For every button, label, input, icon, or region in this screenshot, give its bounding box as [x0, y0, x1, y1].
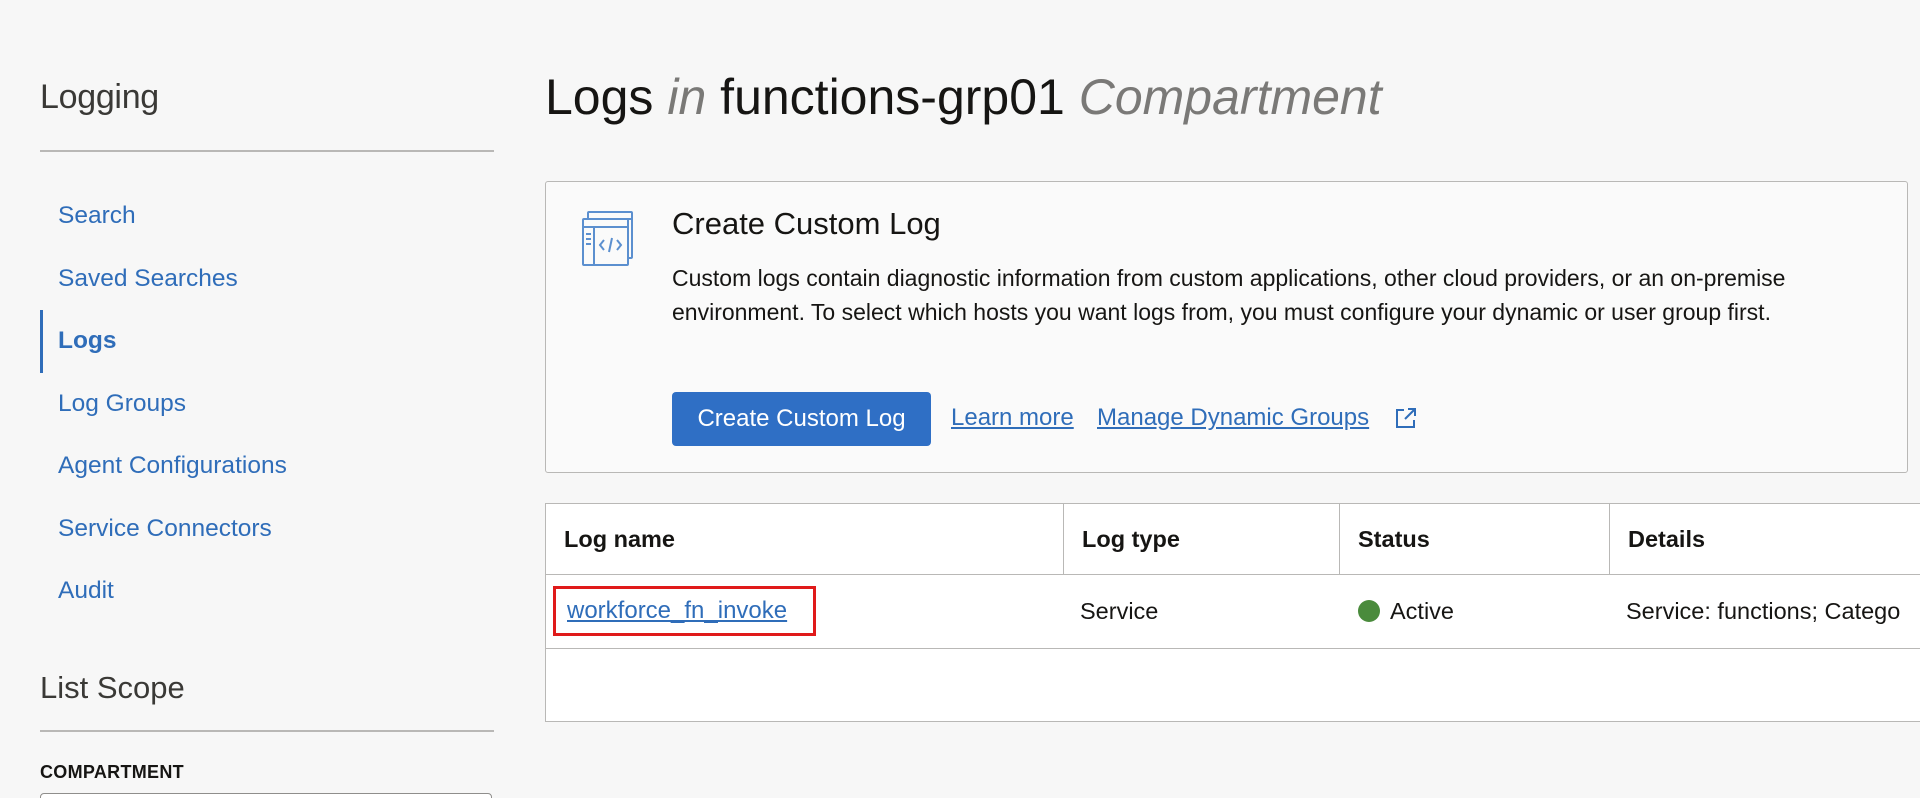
sidebar-item-search[interactable]: Search — [40, 185, 494, 248]
sidebar-title: Logging — [40, 78, 159, 116]
sidebar-item-saved-searches[interactable]: Saved Searches — [40, 248, 494, 311]
scope-divider — [40, 730, 494, 732]
create-custom-log-button[interactable]: Create Custom Log — [672, 392, 931, 446]
list-scope-title: List Scope — [40, 670, 185, 705]
external-link-icon[interactable] — [1394, 406, 1418, 430]
logs-table: Log name Log type Status Details workfor… — [545, 503, 1920, 722]
page-title-compartment-name: functions-grp01 — [720, 69, 1065, 125]
log-type-cell: Service — [1080, 598, 1159, 624]
page-title: Logs in functions-grp01 Compartment — [545, 68, 1382, 126]
column-header-log-name[interactable]: Log name — [546, 504, 1064, 574]
page-title-in: in — [667, 69, 707, 125]
create-custom-log-description: Custom logs contain diagnostic informati… — [672, 265, 1786, 325]
compartment-select[interactable] — [40, 793, 492, 798]
code-window-icon — [582, 211, 633, 266]
status-cell: Active — [1358, 575, 1454, 647]
sidebar-item-service-connectors[interactable]: Service Connectors — [40, 498, 494, 561]
sidebar-item-log-groups[interactable]: Log Groups — [40, 373, 494, 436]
sidebar-item-logs[interactable]: Logs — [40, 310, 494, 373]
column-header-details[interactable]: Details — [1610, 504, 1920, 574]
compartment-label: COMPARTMENT — [40, 762, 184, 782]
create-custom-log-heading: Create Custom Log — [672, 206, 941, 241]
table-header: Log name Log type Status Details — [546, 504, 1920, 575]
page-title-logs: Logs — [545, 69, 654, 125]
details-cell: Service: functions; Catego — [1626, 598, 1901, 624]
learn-more-link[interactable]: Learn more — [951, 404, 1074, 432]
create-custom-log-panel: Create Custom Log Custom logs contain di… — [545, 181, 1908, 473]
log-name-highlight: workforce_fn_invoke — [553, 586, 816, 636]
status-text: Active — [1390, 598, 1454, 624]
page-title-compartment: Compartment — [1078, 69, 1382, 125]
status-active-dot — [1358, 599, 1380, 622]
sidebar-item-audit[interactable]: Audit — [40, 560, 494, 623]
table-row: workforce_fn_invoke Service Active Servi… — [546, 575, 1920, 649]
sidebar-item-agent-configurations[interactable]: Agent Configurations — [40, 435, 494, 498]
column-header-status[interactable]: Status — [1340, 504, 1610, 574]
sidebar-nav: Search Saved Searches Logs Log Groups Ag… — [40, 185, 494, 623]
manage-dynamic-groups-link[interactable]: Manage Dynamic Groups — [1097, 404, 1369, 432]
sidebar-divider — [40, 150, 494, 152]
column-header-log-type[interactable]: Log type — [1064, 504, 1340, 574]
log-name-link[interactable]: workforce_fn_invoke — [567, 589, 787, 633]
